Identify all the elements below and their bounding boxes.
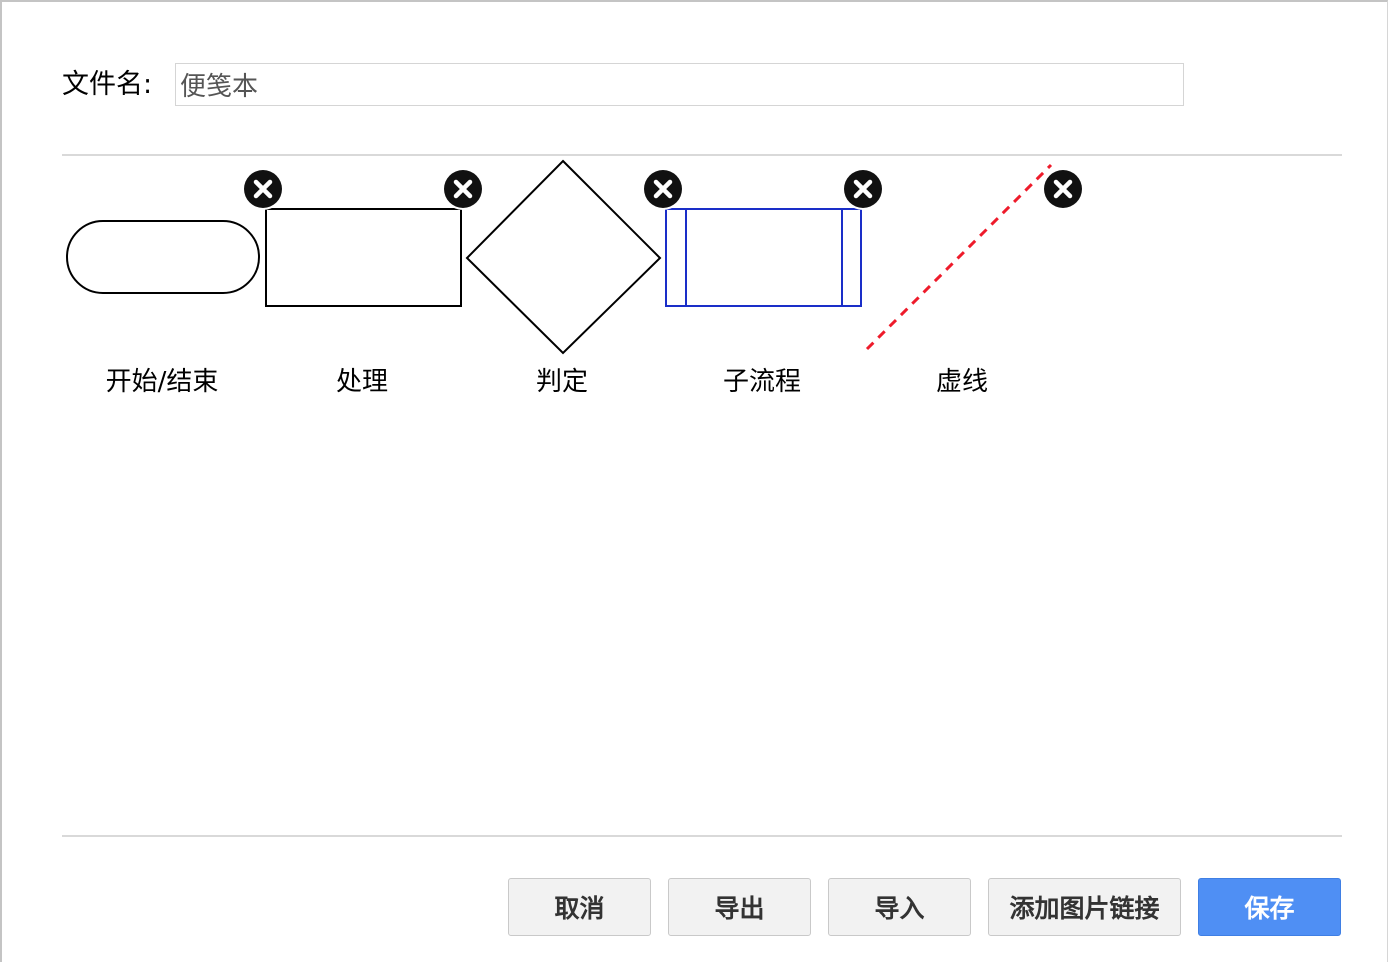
import-button[interactable]: 导入	[828, 878, 971, 936]
close-circle-icon[interactable]	[242, 168, 284, 210]
close-circle-icon[interactable]	[842, 168, 884, 210]
shape-label-process: 处理	[335, 367, 388, 397]
add-image-link-button[interactable]: 添加图片链接	[988, 878, 1181, 936]
shape-label-start-end: 开始/结束	[105, 367, 219, 397]
shape-label-subprocess: 子流程	[722, 367, 801, 397]
shape-label-decision: 判定	[535, 367, 588, 397]
cancel-button[interactable]: 取消	[508, 878, 651, 936]
save-button[interactable]: 保存	[1198, 878, 1341, 936]
shape-start-end[interactable]	[66, 220, 260, 294]
shape-decision[interactable]	[465, 159, 662, 355]
export-button[interactable]: 导出	[668, 878, 811, 936]
shape-process[interactable]	[265, 208, 462, 307]
close-circle-icon[interactable]	[642, 168, 684, 210]
shape-label-dashed-line: 虚线	[935, 367, 988, 397]
close-circle-icon[interactable]	[442, 168, 484, 210]
bottom-divider	[62, 835, 1342, 837]
close-circle-icon[interactable]	[1042, 168, 1084, 210]
shape-subprocess[interactable]	[665, 208, 862, 307]
shape-dashed-line[interactable]	[865, 163, 1053, 351]
shape-library	[66, 159, 1084, 355]
